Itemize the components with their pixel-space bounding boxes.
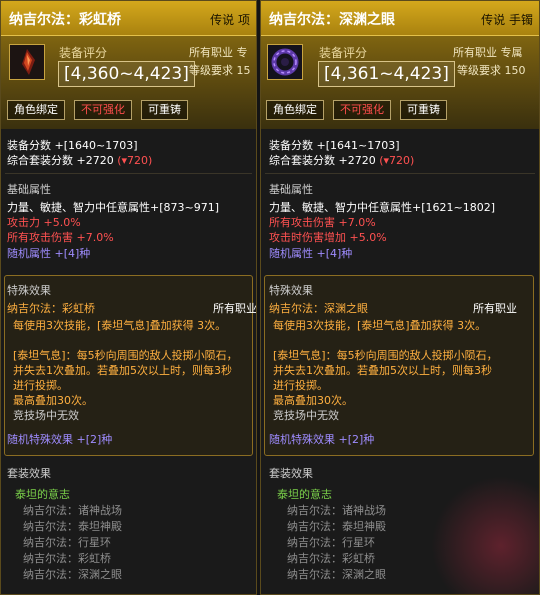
equip-score-line: 装备分数 +[1640~1703] bbox=[7, 139, 138, 152]
level-requirement: 等级要求 150 bbox=[457, 64, 526, 77]
item-tooltip-right: 纳吉尔法：深渊之眼 传说 手镯 装备评分 [4,361~4,423] 所有职业 … bbox=[260, 0, 540, 595]
purple-ring-icon bbox=[267, 44, 303, 80]
set-name: 泰坦的意志 bbox=[15, 488, 70, 501]
special-name: 纳吉尔法：深渊之眼 bbox=[269, 302, 368, 315]
set-score-value: 综合套装分数 +2720 bbox=[269, 154, 376, 167]
special-class: 所有职业 bbox=[473, 302, 517, 315]
divider bbox=[5, 173, 252, 174]
set-score-line: 综合套装分数 +2720 (▾720) bbox=[7, 154, 152, 168]
set-item: 纳吉尔法：诸神战场 bbox=[23, 504, 122, 517]
special-line-4: 进行投掷。 bbox=[13, 379, 68, 392]
special-title: 特殊效果 bbox=[269, 284, 313, 297]
item-grade: 传说 手镯 bbox=[481, 13, 533, 27]
set-item: 纳吉尔法：深渊之眼 bbox=[23, 568, 122, 581]
special-line-2: [泰坦气息]：每5秒向周围的敌人投掷小陨石， bbox=[273, 349, 498, 362]
base-attr-title: 基础属性 bbox=[269, 183, 313, 196]
red-shard-icon bbox=[9, 44, 45, 80]
set-score-delta: (▾720) bbox=[117, 154, 153, 167]
special-line-2: [泰坦气息]：每5秒向周围的敌人投掷小陨石， bbox=[13, 349, 238, 362]
tag-reforgeable: 可重铸 bbox=[400, 100, 447, 120]
special-name: 纳吉尔法：彩虹桥 bbox=[7, 302, 95, 315]
base-attr-stats: 力量、敏捷、智力中任意属性+[873~971] bbox=[7, 201, 220, 214]
background-glow bbox=[431, 476, 539, 594]
item-name: 纳吉尔法：彩虹桥 bbox=[9, 12, 121, 28]
score-label: 装备评分 bbox=[59, 46, 108, 60]
set-item: 纳吉尔法：诸神战场 bbox=[287, 504, 386, 517]
title-bar: 纳吉尔法：深渊之眼 传说 手镯 bbox=[261, 1, 539, 36]
tag-character-bound: 角色绑定 bbox=[266, 100, 324, 120]
base-attr-random: 随机属性 +[4]种 bbox=[7, 247, 91, 260]
special-line-3: 并失去1次叠加。若叠加5次以上时，则每3秒 bbox=[273, 364, 492, 377]
set-item: 纳吉尔法：泰坦神殿 bbox=[23, 520, 122, 533]
base-attr-attack: 攻击力 +5.0% bbox=[7, 216, 81, 229]
special-line-5: 最高叠加30次。 bbox=[13, 394, 93, 407]
equip-score-line: 装备分数 +[1641~1703] bbox=[269, 139, 400, 152]
set-item: 纳吉尔法：行星环 bbox=[23, 536, 111, 549]
base-attr-damage-increase: 攻击时伤害增加 +5.0% bbox=[269, 231, 387, 244]
tag-not-upgradable: 不可强化 bbox=[74, 100, 132, 120]
base-attr-random: 随机属性 +[4]种 bbox=[269, 247, 353, 260]
special-line-1: 每使用3次技能，[泰坦气息]叠加获得 3次。 bbox=[273, 319, 487, 332]
item-name: 纳吉尔法：深渊之眼 bbox=[269, 12, 395, 28]
base-attr-all-damage: 所有攻击伤害 +7.0% bbox=[7, 231, 114, 244]
level-requirement: 等级要求 15 bbox=[189, 64, 251, 77]
special-random: 随机特殊效果 +[2]种 bbox=[269, 433, 375, 446]
set-title: 套装效果 bbox=[269, 467, 313, 480]
set-score-value: 综合套装分数 +2720 bbox=[7, 154, 114, 167]
special-line-6: 竞技场中无效 bbox=[13, 409, 79, 422]
set-item: 纳吉尔法：彩虹桥 bbox=[287, 552, 375, 565]
class-requirement: 所有职业 专 bbox=[189, 46, 248, 59]
base-attr-title: 基础属性 bbox=[7, 183, 51, 196]
special-line-1: 每使用3次技能，[泰坦气息]叠加获得 3次。 bbox=[13, 319, 227, 332]
divider bbox=[265, 173, 535, 174]
title-bar: 纳吉尔法：彩虹桥 传说 项 bbox=[1, 1, 256, 36]
set-title: 套装效果 bbox=[7, 467, 51, 480]
equipment-score: [4,360~4,423] bbox=[58, 61, 195, 87]
item-grade: 传说 项 bbox=[210, 13, 250, 27]
class-requirement: 所有职业 专属 bbox=[453, 46, 523, 59]
set-name: 泰坦的意志 bbox=[277, 488, 332, 501]
special-line-4: 进行投掷。 bbox=[273, 379, 328, 392]
base-attr-all-damage: 所有攻击伤害 +7.0% bbox=[269, 216, 376, 229]
set-score-line: 综合套装分数 +2720 (▾720) bbox=[269, 154, 414, 168]
item-tooltip-left: 纳吉尔法：彩虹桥 传说 项 装备评分 [4,360~4,423] 所有职业 专 … bbox=[0, 0, 257, 595]
special-title: 特殊效果 bbox=[7, 284, 51, 297]
set-item: 纳吉尔法：泰坦神殿 bbox=[287, 520, 386, 533]
set-item: 纳吉尔法：深渊之眼 bbox=[287, 568, 386, 581]
special-class: 所有职业 bbox=[213, 302, 257, 315]
score-label: 装备评分 bbox=[319, 46, 368, 60]
set-item: 纳吉尔法：行星环 bbox=[287, 536, 375, 549]
equipment-score: [4,361~4,423] bbox=[318, 61, 455, 87]
tag-reforgeable: 可重铸 bbox=[141, 100, 188, 120]
set-score-delta: (▾720) bbox=[379, 154, 415, 167]
tag-not-upgradable: 不可强化 bbox=[333, 100, 391, 120]
set-item: 纳吉尔法：彩虹桥 bbox=[23, 552, 111, 565]
special-line-3: 并失去1次叠加。若叠加5次以上时，则每3秒 bbox=[13, 364, 232, 377]
tag-character-bound: 角色绑定 bbox=[7, 100, 65, 120]
special-line-6: 竞技场中无效 bbox=[273, 409, 339, 422]
special-random: 随机特殊效果 +[2]种 bbox=[7, 433, 113, 446]
special-line-5: 最高叠加30次。 bbox=[273, 394, 353, 407]
base-attr-stats: 力量、敏捷、智力中任意属性+[1621~1802] bbox=[269, 201, 496, 214]
